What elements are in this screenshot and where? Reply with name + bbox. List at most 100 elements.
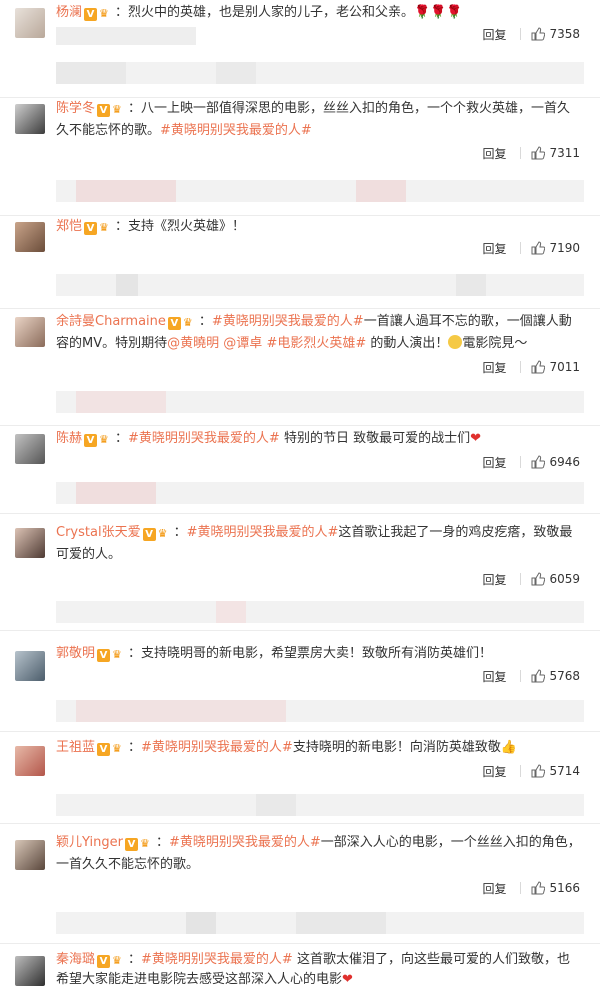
like-button[interactable]: 5166 — [531, 881, 580, 895]
verified-badge-icon: V — [97, 955, 111, 968]
username[interactable]: 颖儿Yinger — [56, 835, 123, 850]
avatar[interactable] — [15, 528, 45, 558]
reply-button[interactable]: 回复 — [482, 880, 506, 897]
like-button[interactable]: 7358 — [531, 27, 580, 41]
replies-preview — [56, 180, 584, 202]
comment-body-2: 的動人演出！ — [370, 336, 449, 351]
like-button[interactable]: 5714 — [531, 764, 580, 778]
username[interactable]: 陈赫 — [56, 431, 82, 446]
replies-preview — [56, 794, 584, 816]
like-button[interactable]: 6059 — [531, 572, 580, 586]
verified-badge-icon: V — [97, 743, 111, 756]
avatar[interactable] — [15, 840, 45, 870]
comment-actions: 回复 5768 — [482, 666, 580, 686]
like-count: 5714 — [549, 764, 580, 778]
timestamp — [56, 27, 276, 45]
comment-body: ：支持晓明哥的新电影，希望票房大卖！致敬所有消防英雄们！ — [128, 646, 493, 661]
reply-button[interactable]: 回复 — [482, 763, 506, 780]
comment-actions: 回复 7190 — [482, 238, 580, 258]
username[interactable]: 秦海璐 — [56, 952, 95, 967]
hashtag-link[interactable]: #电影烈火英雄# — [266, 336, 366, 351]
like-button[interactable]: 7311 — [531, 146, 580, 160]
avatar[interactable] — [15, 956, 45, 986]
verified-badge-icon: V — [84, 434, 98, 447]
comment-item: 秦海璐 V ♛ ：#黄晓明别哭我最爱的人# 这首歌太催泪了，向这些最可爱的人们致敬，也… — [0, 944, 600, 993]
comment-text: 余詩曼Charmaine V ♛ ：#黄晓明别哭我最爱的人#一首讓人過耳不忘的歌，一個… — [56, 314, 572, 351]
verified-badge-icon: V — [97, 649, 111, 662]
avatar[interactable] — [15, 222, 45, 252]
reply-button[interactable]: 回复 — [482, 571, 506, 588]
comment-body: ：烈火中的英雄，也是别人家的儿子，老公和父亲。 — [115, 5, 415, 20]
avatar[interactable] — [15, 651, 45, 681]
comment-actions: 回复 6946 — [482, 452, 580, 472]
comment-text: Crystal张天爱 V ♛ ：#黄晓明别哭我最爱的人#这首歌让我起了一身的鸡皮疙瘩，… — [56, 525, 573, 562]
like-button[interactable]: 6946 — [531, 455, 580, 469]
verified-badge-icon: V — [97, 104, 111, 117]
comment-item: 颖儿Yinger V ♛ ：#黄晓明别哭我最爱的人#一部深入人心的电影，一个丝丝入扣的… — [0, 824, 600, 944]
comment-item: 郑恺 V ♛ ：支持《烈火英雄》！ 回复 7190 — [0, 216, 600, 309]
mention-link[interactable]: @谭卓 — [223, 336, 262, 351]
reply-button[interactable]: 回复 — [482, 145, 506, 162]
hashtag-link[interactable]: #黄晓明别哭我最爱的人# — [169, 835, 321, 850]
hashtag-link[interactable]: #黄晓明别哭我最爱的人# — [141, 952, 293, 967]
verified-badge-icon: V — [84, 222, 98, 235]
comment-item: 陈学冬 V ♛ ：八一上映一部值得深思的电影，丝丝入扣的角色，一个个救火英雄，一首久久… — [0, 98, 600, 216]
like-button[interactable]: 7190 — [531, 241, 580, 255]
comment-body: 特别的节日 致敬最可爱的战士们 — [279, 431, 471, 446]
username[interactable]: 郭敬明 — [56, 646, 95, 661]
hashtag-link[interactable]: #黄晓明别哭我最爱的人# — [187, 525, 339, 540]
mention-link[interactable]: @黄曉明 — [167, 336, 219, 351]
hashtag-link[interactable]: #黄晓明别哭我最爱的人# — [212, 314, 364, 329]
comment-text: 郭敬明 V ♛ ：支持晓明哥的新电影，希望票房大卖！致敬所有消防英雄们！ — [56, 643, 582, 665]
like-button[interactable]: 7011 — [531, 360, 580, 374]
divider — [520, 670, 522, 682]
username[interactable]: 余詩曼Charmaine — [56, 314, 166, 329]
reply-button[interactable]: 回复 — [482, 668, 506, 685]
like-count: 6059 — [549, 572, 580, 586]
avatar[interactable] — [15, 104, 45, 134]
username[interactable]: 陈学冬 — [56, 101, 95, 116]
avatar[interactable] — [15, 8, 45, 38]
replies-preview — [56, 482, 584, 504]
thumbs-up-icon — [531, 572, 546, 586]
comment-item: 王祖蓝 V ♛ ：#黄晓明别哭我最爱的人#支持晓明的新电影！向消防英雄致敬👍 回复 5… — [0, 732, 600, 824]
comment-body: 支持晓明的新电影！向消防英雄致敬 — [292, 740, 501, 755]
thumbs-up-icon — [531, 455, 546, 469]
avatar[interactable] — [15, 746, 45, 776]
reply-button[interactable]: 回复 — [482, 26, 506, 43]
divider — [520, 28, 522, 40]
username[interactable]: Crystal张天爱 — [56, 525, 141, 540]
comment-item: 郭敬明 V ♛ ：支持晓明哥的新电影，希望票房大卖！致敬所有消防英雄们！ 回复 576… — [0, 631, 600, 732]
like-count: 7011 — [549, 360, 580, 374]
hashtag-link[interactable]: #黄晓明别哭我最爱的人# — [160, 123, 312, 138]
username[interactable]: 杨澜 — [56, 5, 82, 20]
username[interactable]: 王祖蓝 — [56, 740, 95, 755]
comment-body: ：支持《烈火英雄》！ — [115, 219, 246, 234]
vip-crown-icon: ♛ — [112, 103, 122, 116]
divider — [520, 361, 522, 373]
heart-icon: ❤ — [470, 431, 481, 446]
comment-text: 杨澜 V ♛ ：烈火中的英雄，也是别人家的儿子，老公和父亲。🌹🌹🌹 — [56, 2, 582, 24]
like-count: 7190 — [549, 241, 580, 255]
comment-item: 杨澜 V ♛ ：烈火中的英雄，也是别人家的儿子，老公和父亲。🌹🌹🌹 回复 7358 — [0, 0, 600, 98]
avatar[interactable] — [15, 434, 45, 464]
username[interactable]: 郑恺 — [56, 219, 82, 234]
hashtag-link[interactable]: #黄晓明别哭我最爱的人# — [141, 740, 293, 755]
verified-badge-icon: V — [167, 317, 181, 330]
vip-crown-icon: ♛ — [139, 837, 150, 850]
avatar[interactable] — [15, 317, 45, 347]
comment-actions: 回复 5166 — [482, 878, 580, 898]
replies-preview — [56, 62, 584, 84]
comment-body: 这首歌太催泪了，向这些最可爱的人们致敬，也希望大家能走进电影院去感受这部深入人心… — [56, 952, 570, 987]
reply-button[interactable]: 回复 — [482, 359, 506, 376]
heart-icon: ❤ — [342, 972, 353, 987]
comment-body-3: 電影院見～ — [462, 336, 528, 351]
hashtag-link[interactable]: #黄晓明别哭我最爱的人# — [128, 431, 280, 446]
vip-crown-icon: ♛ — [99, 7, 109, 20]
reply-button[interactable]: 回复 — [482, 454, 506, 471]
reply-button[interactable]: 回复 — [482, 240, 506, 257]
thumbs-up-icon — [531, 881, 546, 895]
thumbs-up-icon — [531, 669, 546, 683]
divider — [520, 573, 522, 585]
like-button[interactable]: 5768 — [531, 669, 580, 683]
